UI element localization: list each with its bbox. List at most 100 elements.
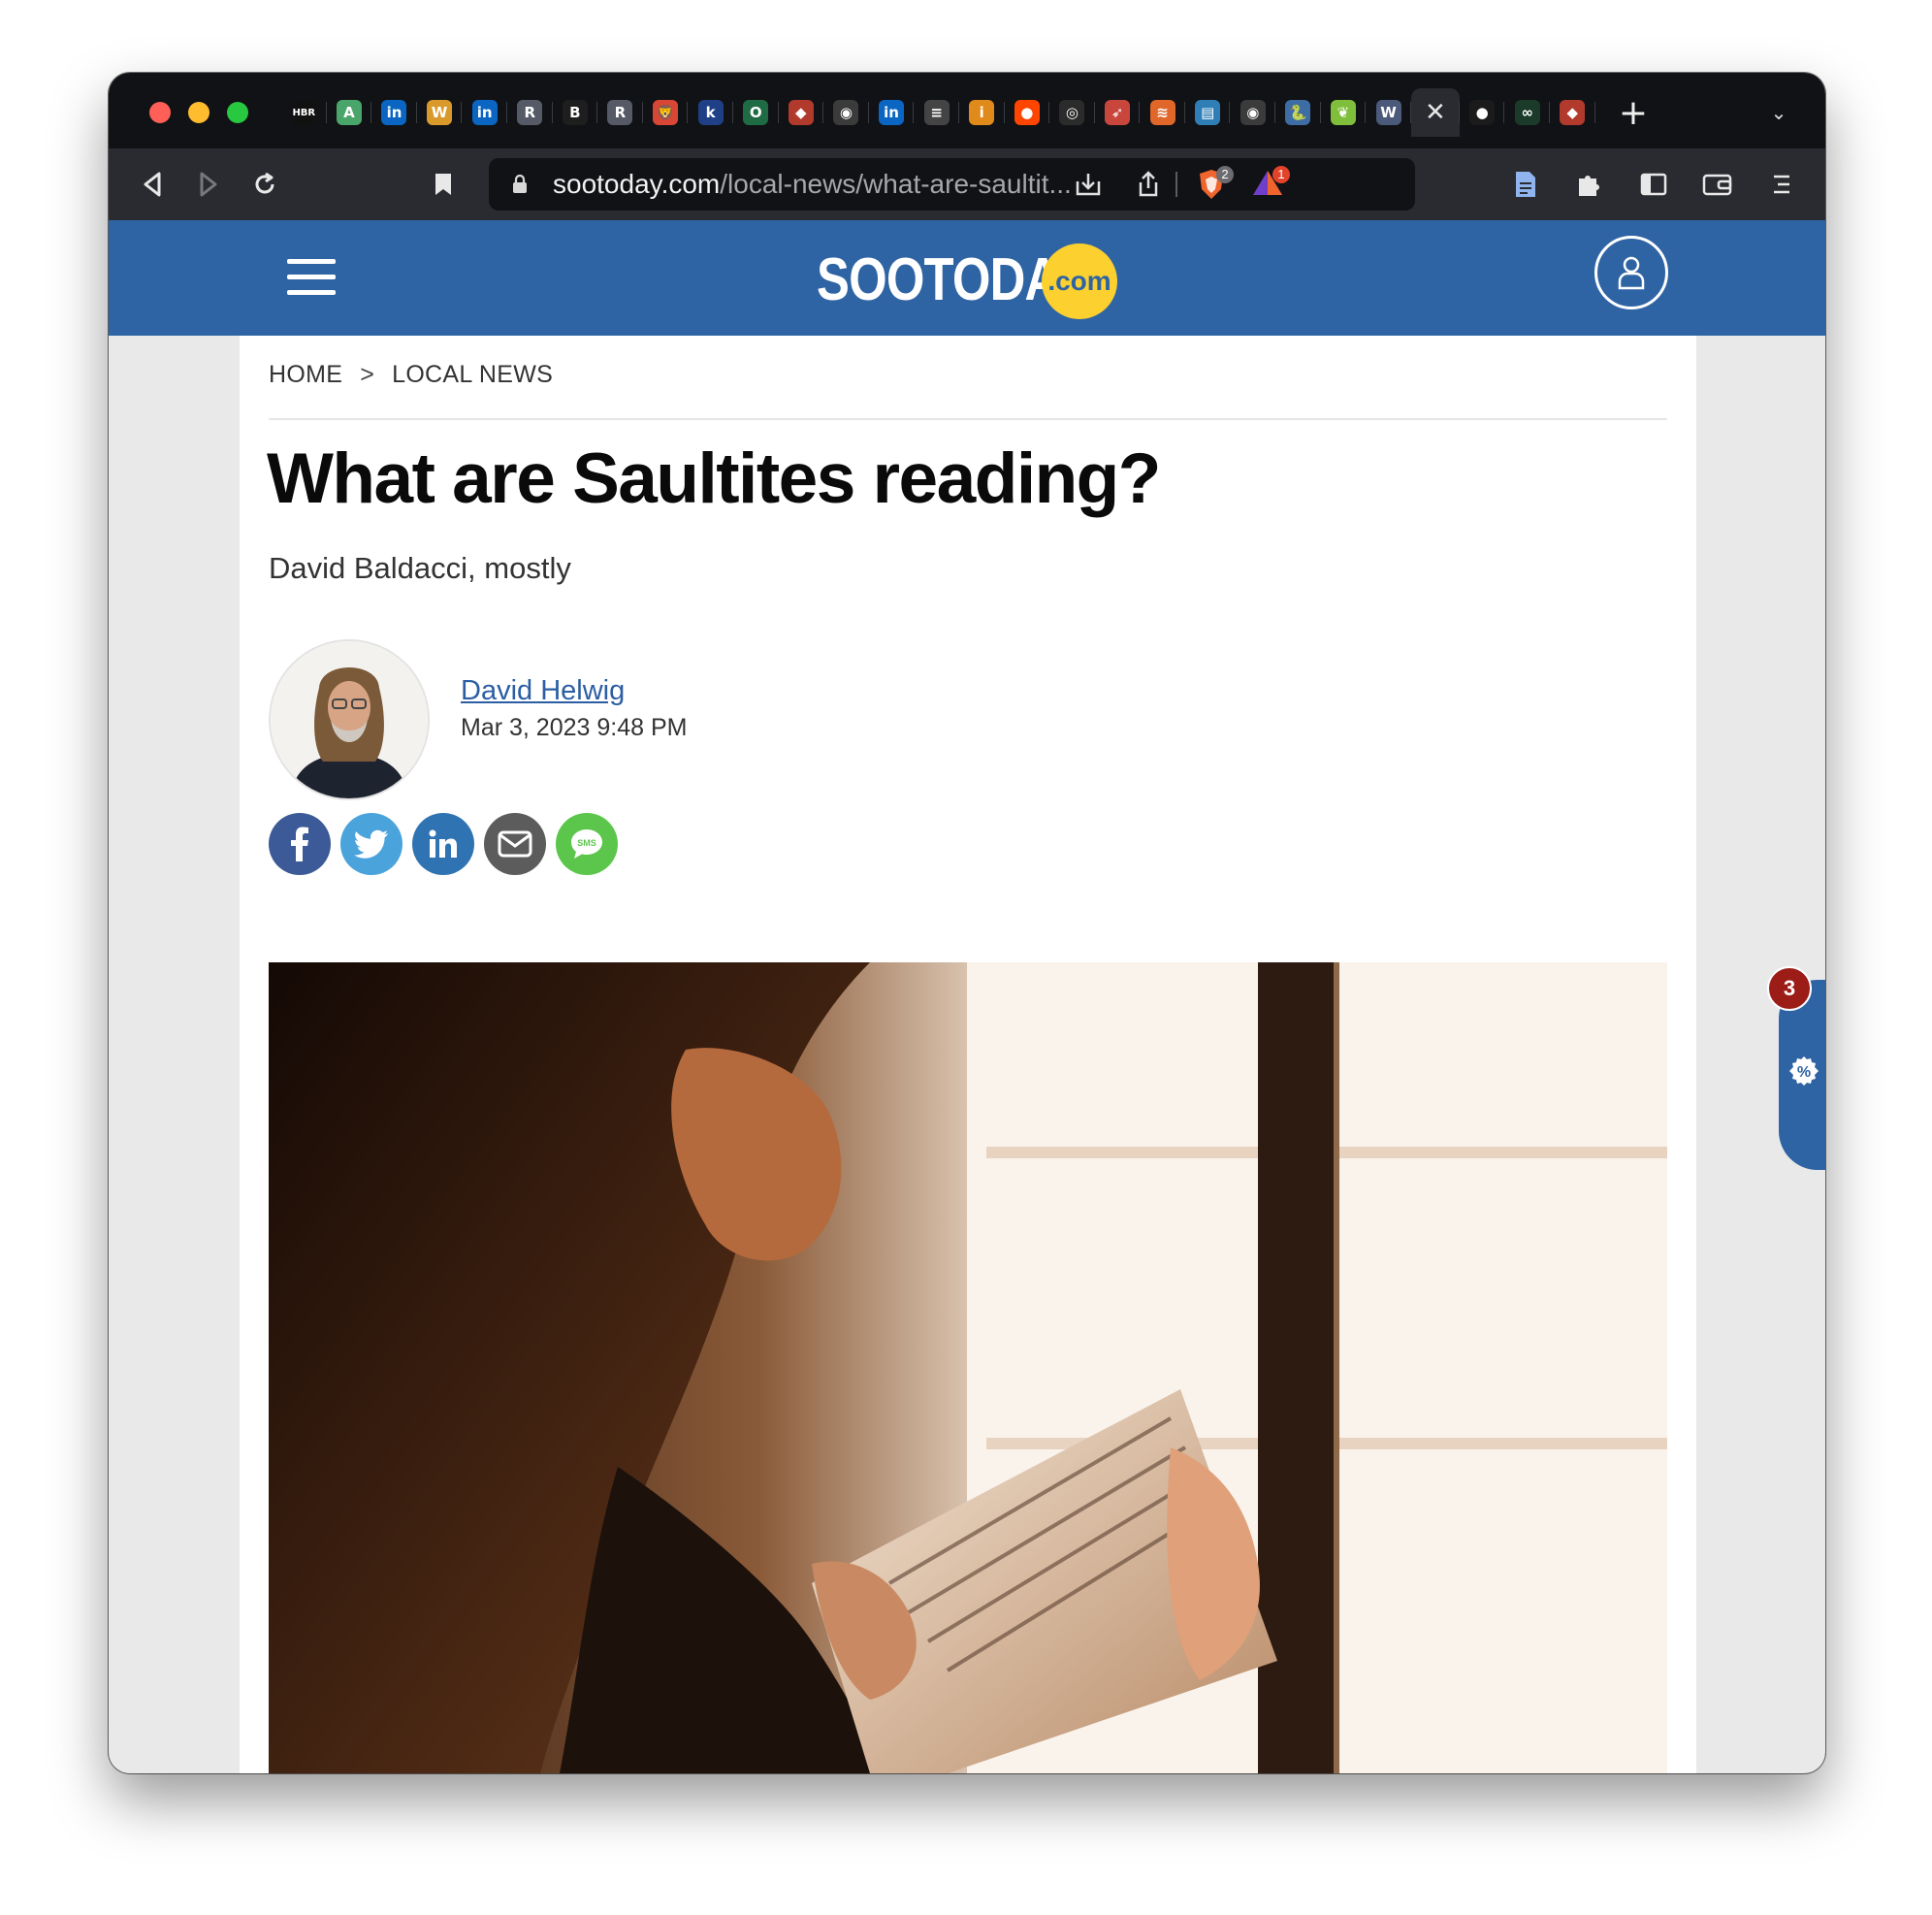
dot-favicon: ● bbox=[1469, 100, 1496, 125]
tab[interactable]: 🦁 bbox=[643, 88, 689, 137]
bookmark-icon bbox=[435, 174, 451, 195]
tab[interactable]: R bbox=[597, 88, 643, 137]
discount-icon: % bbox=[1789, 1056, 1819, 1086]
tab[interactable]: ◉ bbox=[823, 88, 869, 137]
tab[interactable]: HBR bbox=[281, 88, 327, 137]
reload-button[interactable] bbox=[242, 148, 287, 220]
tab[interactable]: R bbox=[507, 88, 553, 137]
tab-active[interactable]: ✕ bbox=[1410, 88, 1460, 137]
tab[interactable]: ≡ bbox=[914, 88, 959, 137]
maximize-window-button[interactable] bbox=[227, 102, 248, 123]
browser-toolbar: sootoday.com/local-news/what-are-saultit… bbox=[109, 148, 1825, 220]
tab[interactable]: ➶ bbox=[1095, 88, 1141, 137]
tab[interactable]: ◎ bbox=[1049, 88, 1095, 137]
tab[interactable]: k bbox=[688, 88, 733, 137]
breadcrumb: HOME > LOCAL NEWS bbox=[269, 361, 553, 389]
tab[interactable]: ∞ bbox=[1504, 88, 1550, 137]
minimize-window-button[interactable] bbox=[188, 102, 209, 123]
w-favicon: W bbox=[427, 100, 453, 125]
forward-arrow-icon bbox=[200, 172, 217, 197]
bookmark-button[interactable] bbox=[421, 148, 466, 220]
tab[interactable]: ◆ bbox=[779, 88, 824, 137]
tab[interactable]: i bbox=[959, 88, 1005, 137]
tab[interactable]: ● bbox=[1005, 88, 1050, 137]
sms-share-button[interactable]: SMS bbox=[556, 813, 618, 875]
tab[interactable]: B bbox=[553, 88, 598, 137]
tab[interactable]: in bbox=[869, 88, 915, 137]
sidebar-icon bbox=[1640, 173, 1667, 196]
menu-button[interactable] bbox=[1759, 148, 1804, 220]
extensions-button[interactable] bbox=[1566, 148, 1611, 220]
facebook-icon bbox=[291, 827, 308, 861]
share-page-icon[interactable] bbox=[1129, 158, 1168, 211]
forward-button[interactable] bbox=[186, 148, 231, 220]
tab[interactable]: W bbox=[417, 88, 463, 137]
tab[interactable]: O bbox=[733, 88, 779, 137]
tab[interactable]: ◆ bbox=[1550, 88, 1595, 137]
lion-favicon: 🦁 bbox=[653, 100, 679, 125]
twitter-icon bbox=[354, 829, 388, 859]
site-menu-button[interactable] bbox=[287, 259, 336, 298]
author-avatar[interactable] bbox=[269, 639, 430, 800]
document-favicon: ≡ bbox=[923, 100, 950, 125]
email-share-button[interactable] bbox=[484, 813, 546, 875]
logo-com-badge: .com bbox=[1042, 243, 1117, 319]
linkedin-share-button[interactable] bbox=[412, 813, 474, 875]
install-app-icon[interactable] bbox=[1069, 158, 1108, 211]
breadcrumb-local-news-link[interactable]: LOCAL NEWS bbox=[392, 361, 553, 389]
author-link[interactable]: David Helwig bbox=[461, 675, 625, 707]
email-icon bbox=[498, 830, 532, 858]
tab[interactable]: in bbox=[371, 88, 417, 137]
twitter-share-button[interactable] bbox=[340, 813, 402, 875]
tab-search-chevron-icon[interactable]: ⌄ bbox=[1759, 88, 1798, 137]
r-favicon: R bbox=[517, 100, 543, 125]
tab[interactable]: ● bbox=[1460, 88, 1505, 137]
breadcrumb-home-link[interactable]: HOME bbox=[269, 361, 342, 389]
tab[interactable]: ◉ bbox=[1230, 88, 1275, 137]
new-tab-button[interactable]: + bbox=[1610, 88, 1657, 137]
close-window-button[interactable] bbox=[149, 102, 171, 123]
article-subtitle: David Baldacci, mostly bbox=[269, 551, 571, 585]
tab[interactable]: ▤ bbox=[1185, 88, 1231, 137]
tab[interactable]: 🐍 bbox=[1275, 88, 1321, 137]
w-favicon: W bbox=[1375, 100, 1401, 125]
account-button[interactable] bbox=[1594, 236, 1668, 309]
hamburger-menu-icon bbox=[1774, 175, 1789, 194]
tab[interactable]: A bbox=[327, 88, 372, 137]
divider bbox=[269, 418, 1667, 420]
tab[interactable]: in bbox=[462, 88, 507, 137]
svg-text:%: % bbox=[1797, 1064, 1811, 1081]
sootoday-logo[interactable]: SOOTODAY .com bbox=[817, 241, 1146, 319]
rocket-favicon: ➶ bbox=[1104, 100, 1130, 125]
b-favicon: B bbox=[562, 100, 588, 125]
tab[interactable]: ❦ bbox=[1321, 88, 1367, 137]
sidebar-toggle-button[interactable] bbox=[1631, 148, 1676, 220]
breadcrumb-separator: > bbox=[360, 361, 375, 388]
leaf-favicon: ❦ bbox=[1330, 100, 1356, 125]
tab-strip: HBR Ain Win R B R 🦁 k O ◆ ◉ in ≡ i ● ◎ ➶ ≋ ▤ ◉ 🐍 ❦ W ✕ ● ∞ ◆ + ⌄ bbox=[109, 73, 1825, 148]
link-favicon: ∞ bbox=[1514, 100, 1540, 125]
brave-shields-icon[interactable]: 2 bbox=[1197, 166, 1234, 201]
puzzle-icon bbox=[1579, 176, 1599, 196]
tab-list: HBR Ain Win R B R 🦁 k O ◆ ◉ in ≡ i ● ◎ ➶ ≋ ▤ ◉ 🐍 ❦ W ✕ ● ∞ ◆ bbox=[281, 88, 1595, 137]
facebook-share-button[interactable] bbox=[269, 813, 331, 875]
python-favicon: 🐍 bbox=[1285, 100, 1311, 125]
back-button[interactable] bbox=[130, 148, 175, 220]
a-favicon: A bbox=[336, 100, 362, 125]
omnibox-divider bbox=[1175, 172, 1177, 197]
tab[interactable]: ≋ bbox=[1140, 88, 1185, 137]
wallet-button[interactable] bbox=[1695, 148, 1740, 220]
address-bar[interactable]: sootoday.com/local-news/what-are-saultit… bbox=[489, 158, 1415, 211]
article-title: What are Saultites reading? bbox=[267, 439, 1161, 518]
brave-rewards-icon[interactable]: 1 bbox=[1251, 166, 1290, 201]
reddit-favicon: ● bbox=[1014, 100, 1040, 125]
globe-favicon: ◉ bbox=[1240, 100, 1266, 125]
close-tab-icon[interactable]: ✕ bbox=[1423, 98, 1448, 127]
article-hero-image bbox=[269, 962, 1667, 1773]
reader-mode-button[interactable] bbox=[1503, 148, 1548, 220]
tab[interactable]: W bbox=[1366, 88, 1411, 137]
site-header: SOOTODAY .com bbox=[109, 220, 1825, 336]
shield-favicon: ◆ bbox=[788, 100, 814, 125]
linkedin-favicon: in bbox=[381, 100, 407, 125]
browser-window: HBR Ain Win R B R 🦁 k O ◆ ◉ in ≡ i ● ◎ ➶ ≋ ▤ ◉ 🐍 ❦ W ✕ ● ∞ ◆ + ⌄ s… bbox=[109, 73, 1825, 1773]
